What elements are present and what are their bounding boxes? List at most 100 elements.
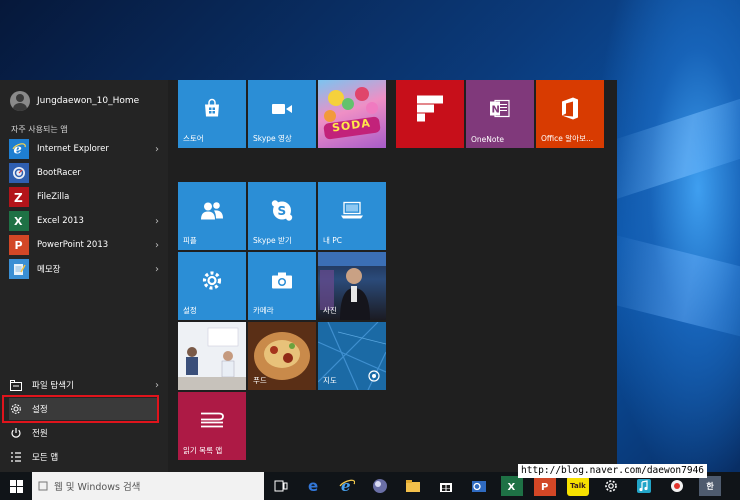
start-menu-left-column: Jungdaewon_10_Home 자주 사용되는 앱 e Internet …	[0, 80, 168, 472]
start-button[interactable]	[0, 472, 32, 500]
tile-label: OneNote	[471, 135, 505, 144]
power-button[interactable]: 전원	[9, 422, 159, 444]
office-icon	[560, 97, 580, 122]
app-item-notepad[interactable]: 메모장 ›	[9, 258, 159, 280]
app-item-bootracer[interactable]: BootRacer	[9, 162, 159, 184]
reading-list-icon	[199, 411, 225, 432]
tile-label: 설정	[183, 306, 197, 315]
flipboard-icon	[417, 95, 443, 124]
start-menu: Jungdaewon_10_Home 자주 사용되는 앱 e Internet …	[0, 80, 617, 472]
excel-icon: X	[9, 211, 29, 231]
tile-label: 피플	[183, 236, 197, 245]
app-item-powerpoint[interactable]: P PowerPoint 2013 ›	[9, 234, 159, 256]
svg-text:P: P	[15, 239, 23, 252]
tile-office[interactable]: Office 알아보...	[536, 80, 604, 148]
gear-icon	[201, 269, 223, 294]
edge-icon[interactable]: e	[303, 476, 325, 496]
meeting-photo-artwork	[178, 322, 246, 390]
svg-text:e: e	[308, 478, 318, 494]
tile-people[interactable]: 피플	[178, 182, 246, 250]
video-camera-icon	[271, 100, 293, 120]
hangul-input-icon[interactable]: 한	[699, 476, 721, 496]
skype-icon: S	[271, 199, 293, 224]
search-box[interactable]: 웹 및 Windows 검색	[32, 472, 264, 500]
tile-label: Skype 영상	[253, 134, 292, 143]
store-icon	[202, 98, 222, 121]
app-item-filezilla[interactable]: Z FileZilla	[9, 186, 159, 208]
tile-reading-list[interactable]: 읽기 목록 앱	[178, 392, 246, 460]
folder-icon[interactable]	[402, 476, 424, 496]
filezilla-icon: Z	[9, 187, 29, 207]
all-apps-icon	[9, 450, 23, 464]
svg-text:Z: Z	[14, 191, 23, 204]
chevron-right-icon[interactable]: ›	[149, 380, 159, 391]
kakaotalk-icon[interactable]: Talk	[567, 476, 589, 496]
internet-explorer-icon[interactable]: e	[336, 476, 358, 496]
tile-settings[interactable]: 설정	[178, 252, 246, 320]
store-icon[interactable]	[435, 476, 457, 496]
outlook-icon[interactable]	[468, 476, 490, 496]
tile-onenote[interactable]: N OneNote	[466, 80, 534, 148]
camera-app-icon[interactable]	[666, 476, 688, 496]
task-view-icon[interactable]	[270, 476, 292, 496]
app-item-excel[interactable]: X Excel 2013 ›	[9, 210, 159, 232]
tile-photo-people[interactable]	[178, 322, 246, 390]
bootracer-icon	[9, 163, 29, 183]
user-account[interactable]: Jungdaewon_10_Home	[10, 91, 139, 111]
settings-highlight-box	[2, 395, 159, 423]
app-label: Internet Explorer	[37, 144, 109, 154]
svg-text:N: N	[492, 104, 500, 115]
user-name: Jungdaewon_10_Home	[37, 96, 140, 106]
power-icon	[9, 426, 23, 440]
file-explorer-label: 파일 탐색기	[32, 381, 74, 391]
app-label: FileZilla	[37, 192, 70, 202]
tile-skype-video[interactable]: Skype 영상	[248, 80, 316, 148]
excel-icon[interactable]: X	[501, 476, 523, 496]
candy-crush-soda-artwork	[323, 87, 381, 140]
app-label: Excel 2013	[37, 216, 84, 226]
svg-text:X: X	[508, 482, 516, 492]
powerpoint-icon[interactable]: P	[534, 476, 556, 496]
browser-orb-icon[interactable]	[369, 476, 391, 496]
tile-label: 지도	[323, 376, 337, 385]
tile-photos[interactable]: 사진	[318, 252, 386, 320]
camera-lens-icon	[368, 370, 380, 385]
all-apps-label: 모든 앱	[32, 453, 59, 463]
chevron-right-icon[interactable]: ›	[149, 240, 159, 251]
tile-flipboard[interactable]	[396, 80, 464, 148]
tile-label: 카메라	[253, 306, 274, 315]
all-apps-button[interactable]: 모든 앱	[9, 446, 159, 468]
tile-store[interactable]: 스토어	[178, 80, 246, 148]
tile-maps[interactable]: 지도	[318, 322, 386, 390]
svg-text:X: X	[14, 215, 23, 228]
app-label: BootRacer	[37, 168, 81, 178]
computer-icon	[341, 201, 363, 222]
svg-text:S: S	[278, 204, 287, 218]
people-icon	[200, 200, 224, 223]
chevron-right-icon[interactable]: ›	[149, 216, 159, 227]
camera-icon	[271, 271, 293, 292]
windows-logo-icon	[9, 479, 23, 493]
tile-label: 스토어	[183, 134, 204, 143]
app-item-internet-explorer[interactable]: e Internet Explorer ›	[9, 138, 159, 160]
chevron-right-icon[interactable]: ›	[149, 144, 159, 155]
power-label: 전원	[32, 429, 48, 439]
tile-camera[interactable]: 카메라	[248, 252, 316, 320]
app-label: 메모장	[37, 265, 61, 275]
search-placeholder: 웹 및 Windows 검색	[54, 482, 141, 493]
microphone-icon	[38, 481, 48, 491]
file-explorer-button[interactable]: 파일 탐색기 ›	[9, 374, 159, 396]
music-icon[interactable]	[633, 476, 655, 496]
chevron-right-icon[interactable]: ›	[149, 264, 159, 275]
tile-label: 사진	[323, 306, 337, 315]
settings-gear-icon[interactable]	[600, 476, 622, 496]
most-used-label: 자주 사용되는 앱	[11, 125, 68, 134]
tile-food[interactable]: 푸드	[248, 322, 316, 390]
notepad-icon	[9, 259, 29, 279]
tile-skype-get[interactable]: S Skype 받기	[248, 182, 316, 250]
watermark-url: http://blog.naver.com/daewon7946	[518, 464, 708, 478]
app-label: PowerPoint 2013	[37, 240, 109, 250]
powerpoint-icon: P	[9, 235, 29, 255]
tile-candy-crush-soda[interactable]: SODA	[318, 80, 386, 148]
tile-my-pc[interactable]: 내 PC	[318, 182, 386, 250]
